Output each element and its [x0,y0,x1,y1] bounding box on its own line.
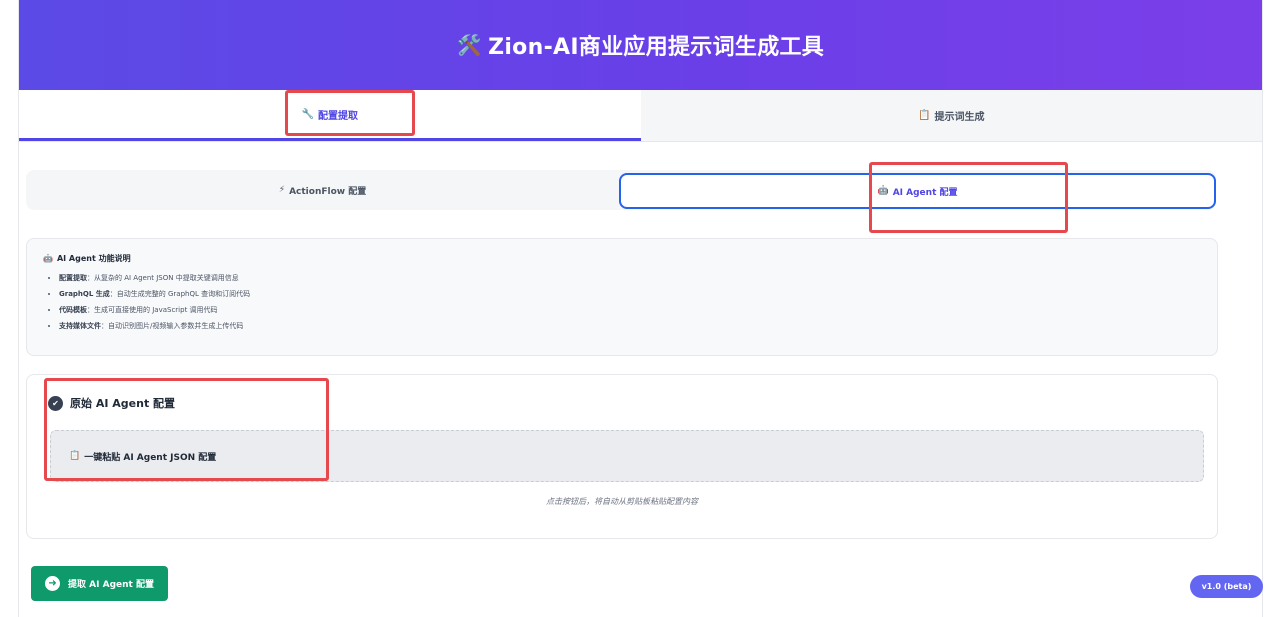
paste-hint: 点击按钮后，将自动从剪贴板粘贴配置内容 [546,497,698,506]
page-title: 🛠️ Zion-AI商业应用提示词生成工具 [457,29,824,61]
info-item-term: 支持媒体文件 [59,322,101,330]
paste-json-button[interactable]: 📋 一键粘贴 AI Agent JSON 配置 [50,430,1204,482]
arrow-right-icon: ➜ [45,576,61,591]
clipboard-icon: 📋 [918,110,931,121]
info-item-term: 配置提取 [59,274,87,282]
info-item: 支持媒体文件：自动识别图片/视频输入参数并生成上传代码 [59,322,1201,330]
main-tabs: 🔧 配置提取 📋 提示词生成 [19,90,1262,142]
info-box: 🤖 AI Agent 功能说明 配置提取：从复杂的 AI Agent JSON … [26,238,1218,356]
tab-config-extract[interactable]: 🔧 配置提取 [19,90,641,141]
wrench-icon: 🔧 [301,108,314,120]
page: 🛠️ Zion-AI商业应用提示词生成工具 🔧 配置提取 📋 提示词生成 ⚡ A… [0,0,1280,617]
robot-icon: 🤖 [877,186,889,196]
config-heading: ✔ 原始 AI Agent 配置 [48,395,175,411]
page-title-text: Zion-AI商业应用提示词生成工具 [488,35,825,60]
config-section: ✔ 原始 AI Agent 配置 📋 一键粘贴 AI Agent JSON 配置… [26,374,1218,539]
info-item: GraphQL 生成：自动生成完整的 GraphQL 查询和订阅代码 [59,290,1201,298]
info-title: 🤖 AI Agent 功能说明 [43,253,1201,264]
tab-prompt-generate[interactable]: 📋 提示词生成 [640,90,1262,141]
tab-prompt-generate-label: 提示词生成 [934,112,985,123]
app-header: 🛠️ Zion-AI商业应用提示词生成工具 [19,0,1262,90]
tab-config-extract-label: 配置提取 [317,110,358,122]
info-item-desc: ：自动生成完整的 GraphQL 查询和订阅代码 [109,290,251,298]
info-title-text: AI Agent 功能说明 [56,254,131,263]
sub-tabs: ⚡ ActionFlow 配置 🤖 AI Agent 配置 [26,170,1216,210]
clipboard-icon: 📋 [69,451,81,461]
extract-config-button[interactable]: ➜ 提取 AI Agent 配置 [31,566,168,601]
info-item-term: 代码模板 [59,306,87,314]
extract-config-label: 提取 AI Agent 配置 [68,580,154,590]
tools-icon: 🛠️ [456,33,483,57]
subtab-actionflow[interactable]: ⚡ ActionFlow 配置 [26,170,619,210]
subtab-ai-agent-label: AI Agent 配置 [892,187,958,198]
info-item-term: GraphQL 生成 [59,290,110,298]
config-heading-text: 原始 AI Agent 配置 [70,397,176,410]
robot-icon: 🤖 [43,254,53,263]
info-item-desc: ：从复杂的 AI Agent JSON 中提取关键调用信息 [87,274,239,282]
check-icon: ✔ [48,395,63,411]
info-item: 配置提取：从复杂的 AI Agent JSON 中提取关键调用信息 [59,274,1201,282]
version-badge: v1.0 (beta) [1190,575,1263,598]
info-list: 配置提取：从复杂的 AI Agent JSON 中提取关键调用信息 GraphQ… [43,274,1201,330]
info-item-desc: ：自动识别图片/视频输入参数并生成上传代码 [101,322,244,330]
subtab-actionflow-label: ActionFlow 配置 [289,186,367,197]
lightning-icon: ⚡ [278,185,286,195]
subtab-ai-agent[interactable]: 🤖 AI Agent 配置 [619,173,1216,209]
info-item: 代码模板：生成可直接使用的 JavaScript 调用代码 [59,306,1201,314]
paste-json-label: 一键粘贴 AI Agent JSON 配置 [84,452,217,463]
info-item-desc: ：生成可直接使用的 JavaScript 调用代码 [87,306,218,314]
